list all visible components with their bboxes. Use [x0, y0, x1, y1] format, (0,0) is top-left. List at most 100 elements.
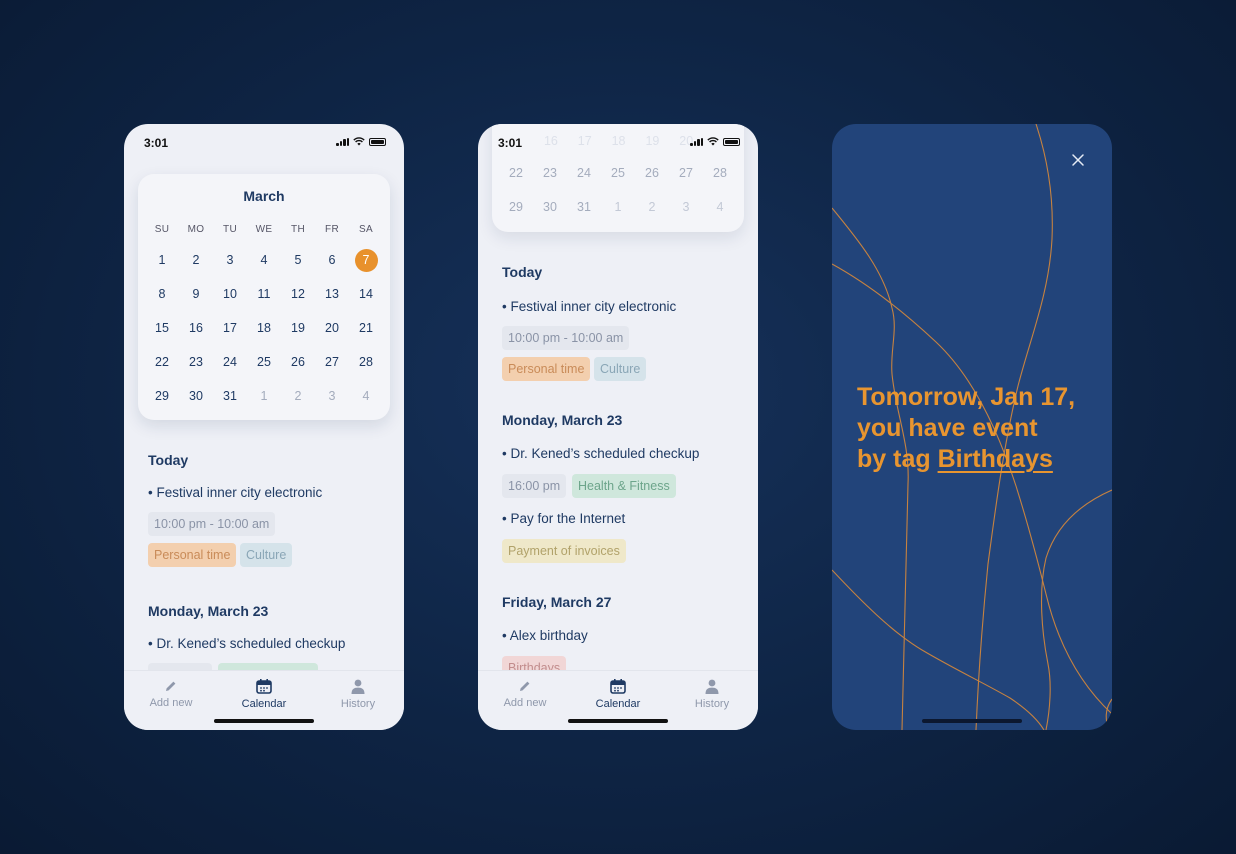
event-item[interactable]: • Alex birthday: [502, 628, 588, 643]
event-item[interactable]: • Dr. Kened’s scheduled checkup: [148, 636, 345, 651]
calendar-day[interactable]: 23: [533, 161, 567, 185]
calendar-day[interactable]: 21: [349, 316, 383, 340]
calendar-day[interactable]: 2: [179, 248, 213, 272]
notification-line: Tomorrow, Jan 17,: [857, 383, 1076, 411]
calendar-day[interactable]: 15: [145, 316, 179, 340]
tag-culture[interactable]: Culture: [594, 357, 647, 381]
event-item[interactable]: • Pay for the Internet: [502, 511, 625, 526]
pencil-icon: [520, 681, 530, 691]
calendar-day[interactable]: 28: [349, 350, 383, 374]
notification-line: you have event: [857, 414, 1038, 442]
event-time-chip: 16:00 pm: [502, 474, 567, 498]
calendar-day[interactable]: 2: [635, 195, 669, 219]
calendar-week: 22 23 24 25 26 27 28: [138, 345, 390, 379]
calendar-week: 29 30 31 1 2 3 4: [492, 190, 744, 224]
event-time-chip: 10:00 pm - 10:00 am: [502, 326, 630, 350]
calendar-day[interactable]: 25: [601, 161, 635, 185]
event-item[interactable]: • Festival inner city electronic: [148, 485, 322, 500]
calendar-day[interactable]: 24: [213, 350, 247, 374]
calendar-day[interactable]: 4: [349, 384, 383, 408]
calendar-day[interactable]: 1: [601, 195, 635, 219]
calendar-day[interactable]: 4: [247, 248, 281, 272]
tab-bar: Add new Calendar History: [124, 670, 404, 730]
phone-agenda-screen: 16 17 18 19 20 22 23 24 25 26 27 28 29 30 31 1 2 3 4 …: [478, 124, 758, 730]
calendar-day[interactable]: 11: [247, 282, 281, 306]
calendar-day[interactable]: 22: [499, 161, 533, 185]
agenda-today-heading: Today: [502, 264, 543, 280]
calendar-day[interactable]: 27: [669, 161, 703, 185]
calendar-day[interactable]: 3: [315, 384, 349, 408]
close-icon[interactable]: [1070, 152, 1086, 168]
calendar-day[interactable]: 1: [247, 384, 281, 408]
calendar-day[interactable]: 20: [315, 316, 349, 340]
tag-payment-of-invoices[interactable]: Payment of invoices: [502, 539, 626, 563]
battery-icon: [723, 138, 740, 146]
agenda-today-heading: Today: [148, 452, 189, 468]
status-time: 3:01: [144, 136, 169, 150]
notification-prefix: by tag: [857, 445, 938, 473]
home-indicator: [214, 719, 314, 723]
calendar-day[interactable]: 2: [281, 384, 315, 408]
tab-add-new[interactable]: Add new: [131, 679, 211, 709]
calendar-day[interactable]: 18: [247, 316, 281, 340]
calendar-day[interactable]: 6: [315, 248, 349, 272]
calendar-day[interactable]: 3: [213, 248, 247, 272]
calendar-day[interactable]: 1: [145, 248, 179, 272]
wifi-icon: [707, 137, 719, 146]
calendar-day[interactable]: 30: [179, 384, 213, 408]
tag-health-fitness[interactable]: Health & Fitness: [572, 474, 676, 498]
battery-icon: [369, 138, 386, 146]
calendar-day[interactable]: 17: [213, 316, 247, 340]
calendar-day[interactable]: 29: [145, 384, 179, 408]
calendar-day[interactable]: 31: [213, 384, 247, 408]
calendar-day[interactable]: 9: [179, 282, 213, 306]
tab-history[interactable]: History: [318, 679, 398, 710]
calendar-card: March SU MO TU WE TH FR SA 1 2 3 4 5 6 7 8 9 10 11…: [138, 174, 390, 420]
event-item[interactable]: • Festival inner city electronic: [502, 299, 676, 314]
agenda-friday-heading: Friday, March 27: [502, 594, 612, 610]
tab-calendar[interactable]: Calendar: [578, 679, 658, 710]
status-time: 3:01: [498, 136, 523, 150]
calendar-day[interactable]: 29: [499, 195, 533, 219]
calendar-day[interactable]: 31: [567, 195, 601, 219]
birthdays-tag-link[interactable]: Birthdays: [938, 445, 1053, 473]
calendar-day[interactable]: 23: [179, 350, 213, 374]
weekday-label: TH: [291, 224, 305, 235]
calendar-day[interactable]: 19: [281, 316, 315, 340]
calendar-day[interactable]: 26: [281, 350, 315, 374]
calendar-month: March: [243, 188, 285, 204]
calendar-day[interactable]: 25: [247, 350, 281, 374]
tab-history[interactable]: History: [672, 679, 752, 710]
signal-icon: [690, 138, 703, 146]
calendar-day[interactable]: 28: [703, 161, 737, 185]
pencil-icon: [166, 681, 176, 691]
calendar-day[interactable]: 16: [179, 316, 213, 340]
calendar-day[interactable]: 8: [145, 282, 179, 306]
status-bar: 3:01: [124, 124, 404, 160]
event-item[interactable]: • Dr. Kened’s scheduled checkup: [502, 446, 699, 461]
calendar-day[interactable]: 14: [349, 282, 383, 306]
tab-label: History: [694, 698, 730, 710]
calendar-day[interactable]: 26: [635, 161, 669, 185]
tab-add-new[interactable]: Add new: [485, 679, 565, 709]
calendar-day[interactable]: 22: [145, 350, 179, 374]
calendar-day[interactable]: 10: [213, 282, 247, 306]
calendar-day[interactable]: 27: [315, 350, 349, 374]
tag-personal-time[interactable]: Personal time: [148, 543, 237, 567]
calendar-day[interactable]: 3: [669, 195, 703, 219]
calendar-day-selected[interactable]: 7: [349, 248, 383, 272]
status-bar: 3:01: [478, 124, 758, 160]
user-icon: [351, 679, 365, 694]
calendar-day[interactable]: 30: [533, 195, 567, 219]
calendar-day[interactable]: 24: [567, 161, 601, 185]
notification-message: Tomorrow, Jan 17, you have event by tag …: [857, 382, 1097, 475]
calendar-day[interactable]: 4: [703, 195, 737, 219]
tag-culture[interactable]: Culture: [240, 543, 293, 567]
tab-calendar[interactable]: Calendar: [224, 679, 304, 710]
agenda-monday-heading: Monday, March 23: [502, 412, 623, 428]
calendar-day[interactable]: 12: [281, 282, 315, 306]
calendar-day[interactable]: 13: [315, 282, 349, 306]
tag-personal-time[interactable]: Personal time: [502, 357, 591, 381]
calendar-day[interactable]: 5: [281, 248, 315, 272]
weekday-label: TU: [223, 224, 237, 235]
